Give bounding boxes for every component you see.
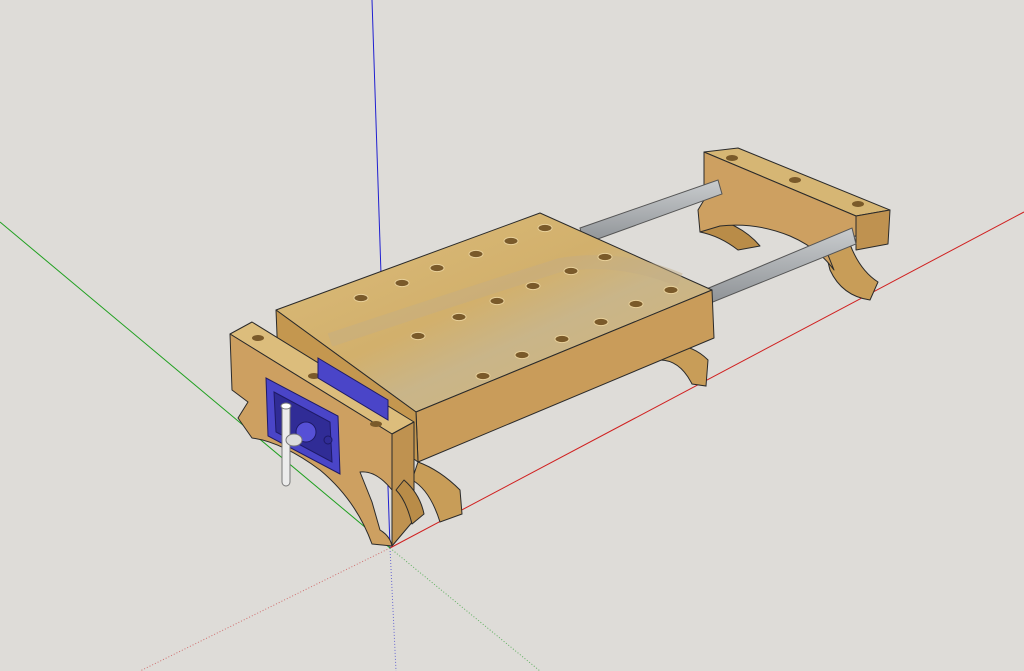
scene-canvas[interactable] [0,0,1024,671]
rear-end-block[interactable] [697,147,891,301]
3d-viewport[interactable] [0,0,1024,671]
y-axis-negative [389,547,541,671]
z-axis-negative [389,547,397,671]
x-axis-negative [139,547,391,671]
